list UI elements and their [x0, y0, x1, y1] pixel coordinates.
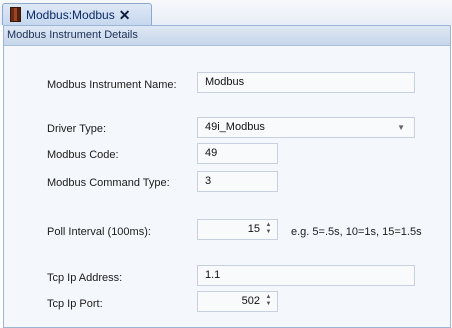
spin-arrows-icon[interactable]: ▲ ▼ — [265, 294, 272, 309]
close-icon[interactable]: ✕ — [119, 8, 131, 22]
poll-interval-stepper[interactable]: 15 ▲ ▼ — [197, 219, 278, 240]
document-tab-strip: Modbus:Modbus ✕ — [0, 0, 452, 25]
tab-modbus[interactable]: Modbus:Modbus ✕ — [2, 3, 152, 25]
tcp-ip-port-label: Tcp Ip Port: — [47, 298, 103, 310]
instrument-details-panel: Modbus Instrument Details Modbus Instrum… — [3, 25, 451, 328]
driver-type-value: 49i_Modbus — [205, 121, 265, 133]
chevron-down-icon[interactable]: ▼ — [397, 118, 405, 137]
driver-type-label: Driver Type: — [47, 123, 107, 135]
tcp-ip-address-label: Tcp Ip Address: — [47, 272, 123, 284]
tcp-ip-port-stepper[interactable]: 502 ▲ ▼ — [197, 291, 278, 312]
instrument-name-input[interactable]: Modbus — [197, 72, 415, 93]
tab-title: Modbus:Modbus — [26, 7, 115, 22]
command-type-label: Modbus Command Type: — [47, 177, 170, 189]
poll-interval-label: Poll Interval (100ms): — [47, 226, 151, 238]
command-type-input[interactable]: 3 — [197, 171, 278, 192]
tcp-ip-address-input[interactable]: 1.1 — [197, 265, 415, 286]
poll-interval-hint: e.g. 5=.5s, 10=1s, 15=1.5s — [291, 226, 422, 238]
driver-type-dropdown[interactable]: 49i_Modbus ▼ — [197, 117, 415, 138]
poll-interval-value: 15 — [247, 223, 260, 235]
panel-header: Modbus Instrument Details — [4, 26, 450, 46]
spin-arrows-icon[interactable]: ▲ ▼ — [265, 222, 272, 237]
modbus-code-label: Modbus Code: — [47, 149, 119, 161]
modbus-code-input[interactable]: 49 — [197, 143, 278, 164]
instrument-icon — [10, 7, 21, 22]
instrument-name-label: Modbus Instrument Name: — [47, 79, 177, 91]
tcp-ip-port-value: 502 — [241, 295, 260, 307]
